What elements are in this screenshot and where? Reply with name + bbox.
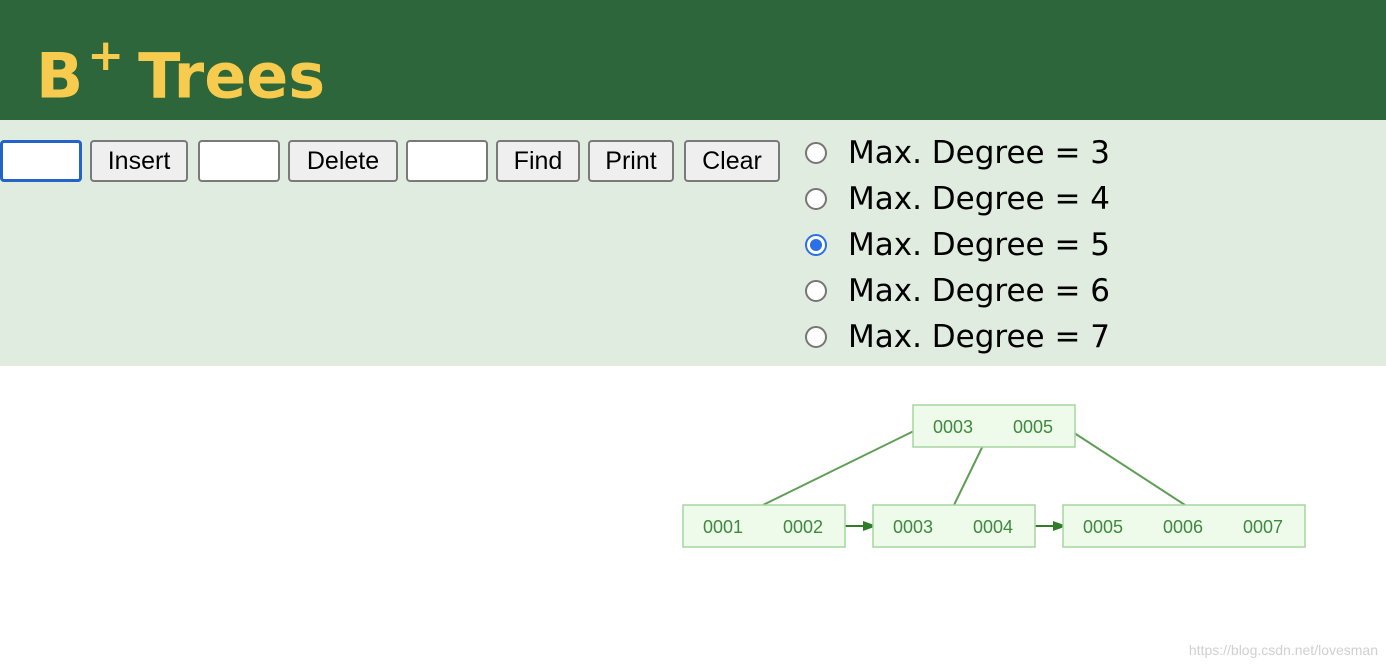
node-key: 0004	[973, 517, 1013, 537]
node-key: 0002	[783, 517, 823, 537]
node-key: 0003	[933, 417, 973, 437]
node-key: 0007	[1243, 517, 1283, 537]
tree-edge	[762, 426, 923, 506]
node-key: 0006	[1163, 517, 1203, 537]
node-key: 0005	[1013, 417, 1053, 437]
bplus-tree-diagram: 0003 0005 0001 0002 0003 0004 0005 0006 0007	[682, 404, 1306, 548]
node-key: 0001	[703, 517, 743, 537]
node-key: 0003	[893, 517, 933, 537]
tree-edge	[1064, 426, 1186, 506]
node-key: 0005	[1083, 517, 1123, 537]
watermark: https://blog.csdn.net/lovesman	[1188, 642, 1378, 658]
